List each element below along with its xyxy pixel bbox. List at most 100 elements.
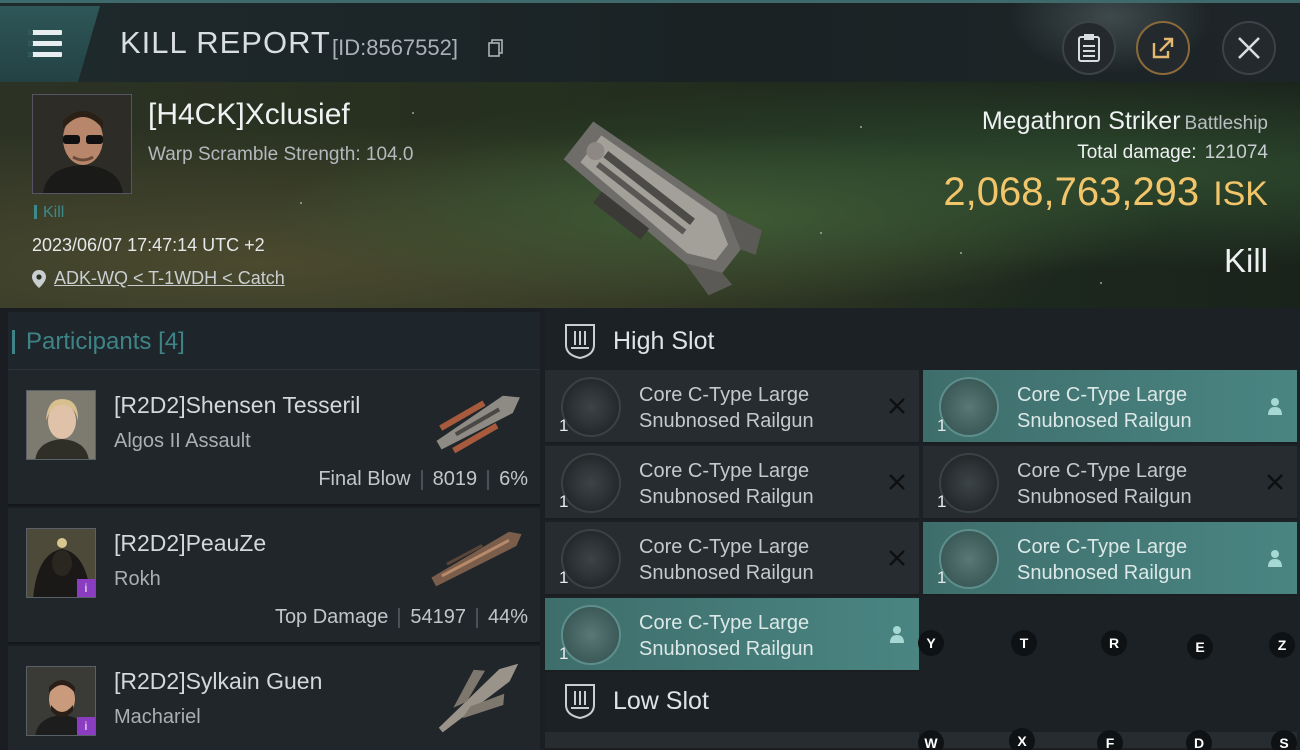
module-name-line1: Core C-Type Large	[1017, 536, 1188, 558]
copy-icon[interactable]	[488, 39, 504, 57]
module-name: Core C-Type Large Snubnosed Railgun	[639, 534, 814, 586]
total-damage: Total damage: 121074	[1077, 142, 1268, 164]
railgun-icon	[561, 605, 621, 665]
victim-avatar[interactable]	[32, 94, 132, 194]
module-item[interactable]: 1 Core C-Type Large Snubnosed Railgun	[545, 522, 919, 596]
participants-panel: Participants [4] [R2D2]Shensen Tesseril …	[0, 308, 540, 750]
close-icon	[1238, 37, 1260, 59]
participant-avatar: i	[26, 666, 96, 736]
keyhint-badge: X	[1009, 728, 1035, 750]
keyhint-badge: W	[918, 730, 944, 750]
keyhint-badge: R	[1101, 630, 1127, 656]
participant-row[interactable]: i [R2D2]Sylkain Guen Machariel	[8, 646, 540, 750]
fitting-panel: High Slot 1 Core C-Type Large Snubnosed R…	[545, 308, 1300, 750]
module-name-line2: Snubnosed Railgun	[1017, 410, 1192, 432]
participant-stats: Final Blow 8019 6%	[318, 468, 528, 491]
module-name-line1: Core C-Type Large	[639, 384, 810, 406]
module-item[interactable]: 1 Core C-Type Large Snubnosed Railgun	[923, 370, 1297, 444]
participant-damage: 54197	[410, 606, 466, 628]
participant-ship: Machariel	[114, 706, 201, 728]
keyhint-badge: E	[1187, 634, 1213, 660]
participant-ship: Rokh	[114, 568, 161, 590]
module-item[interactable]: 1 Core C-Type Large Snubnosed Railgun	[923, 446, 1297, 520]
kill-tag: Kill	[34, 204, 64, 222]
participants-label: Participants	[26, 328, 152, 355]
location-pin-icon	[32, 269, 46, 288]
module-name: Core C-Type Large Snubnosed Railgun	[639, 458, 814, 510]
clipboard-button[interactable]	[1062, 21, 1116, 75]
module-name-line1: Core C-Type Large	[1017, 384, 1188, 406]
railgun-icon	[939, 453, 999, 513]
high-slot-label: High Slot	[613, 326, 715, 355]
module-name: Core C-Type Large Snubnosed Railgun	[639, 610, 814, 662]
module-name-line1: Core C-Type Large	[639, 536, 810, 558]
clipboard-icon	[1078, 34, 1100, 62]
dropped-person-icon	[890, 626, 904, 643]
module-name-line2: Snubnosed Railgun	[639, 410, 814, 432]
participant-damage: 8019	[432, 468, 478, 490]
keyhint-badge: T	[1011, 630, 1037, 656]
module-quantity: 1	[937, 568, 947, 587]
share-icon	[1152, 37, 1174, 59]
victim-ship-image[interactable]	[520, 82, 780, 308]
victim-name[interactable]: [H4CK]Xclusief	[148, 98, 350, 132]
module-name-line2: Snubnosed Railgun	[1017, 562, 1192, 584]
module-item[interactable]	[545, 732, 919, 750]
participant-row[interactable]: [R2D2]Shensen Tesseril Algos II Assault …	[8, 370, 540, 506]
high-slot-icon	[565, 324, 595, 359]
isk-value: 2,068,763,293 ISK	[943, 170, 1268, 215]
module-name-line1: Core C-Type Large	[639, 460, 810, 482]
participant-name: [R2D2]PeauZe	[114, 530, 267, 556]
dropped-person-icon	[1268, 550, 1282, 567]
high-slot-header: High Slot	[545, 312, 1300, 370]
stat-divider	[398, 607, 401, 628]
location-link[interactable]: ADK-WQ < T-1WDH < Catch	[32, 268, 285, 289]
close-button[interactable]	[1222, 21, 1276, 75]
hamburger-icon	[28, 30, 62, 58]
module-quantity: 1	[937, 492, 947, 511]
participants-title: Participants [4]	[12, 328, 185, 356]
module-item[interactable]: 1 Core C-Type Large Snubnosed Railgun	[545, 446, 919, 520]
header-bar: KILL REPORT [ID:8567552]	[0, 0, 1300, 82]
module-name-line2: Snubnosed Railgun	[639, 638, 814, 660]
module-quantity: 1	[559, 644, 569, 663]
share-button[interactable]	[1136, 21, 1190, 75]
keyhint-badge: D	[1186, 730, 1212, 750]
report-id: [ID:8567552]	[332, 35, 458, 60]
railgun-icon	[939, 377, 999, 437]
module-name: Core C-Type Large Snubnosed Railgun	[1017, 458, 1192, 510]
participant-ship-image	[431, 531, 522, 587]
destroyed-icon	[889, 550, 905, 566]
module-name: Core C-Type Large Snubnosed Railgun	[639, 382, 814, 434]
participant-avatar: i	[26, 528, 96, 598]
participant-row[interactable]: i [R2D2]PeauZe Rokh Top Damage 54197 44%	[8, 508, 540, 644]
menu-button[interactable]	[0, 6, 100, 82]
railgun-icon	[561, 377, 621, 437]
module-item[interactable]: 1 Core C-Type Large Snubnosed Railgun	[923, 522, 1297, 596]
module-item[interactable]: 1 Core C-Type Large Snubnosed Railgun	[545, 598, 919, 672]
participant-percent: 44%	[487, 606, 528, 628]
low-slot-icon	[565, 684, 595, 719]
participants-header[interactable]: Participants [4]	[8, 312, 540, 370]
module-item[interactable]: 1 Core C-Type Large Snubnosed Railgun	[545, 370, 919, 444]
page-title: KILL REPORT	[120, 25, 331, 60]
module-name-line2: Snubnosed Railgun	[639, 562, 814, 584]
module-quantity: 1	[559, 416, 569, 435]
module-name-line2: Snubnosed Railgun	[1017, 486, 1192, 508]
victim-subtitle: Warp Scramble Strength: 104.0	[148, 144, 414, 165]
module-name-line1: Core C-Type Large	[1017, 460, 1188, 482]
keyhint-badge: S	[1271, 730, 1297, 750]
railgun-icon	[561, 453, 621, 513]
stat-divider	[420, 469, 423, 490]
participant-name: [R2D2]Shensen Tesseril	[114, 392, 361, 418]
victim-ship-name[interactable]: Megathron Striker Battleship	[982, 107, 1268, 136]
kill-timestamp: 2023/06/07 17:47:14 UTC +2	[32, 235, 265, 255]
keyhint-badge: Y	[918, 630, 944, 656]
destroyed-icon	[889, 398, 905, 414]
location-text: ADK-WQ < T-1WDH < Catch	[54, 268, 285, 288]
module-quantity: 1	[937, 416, 947, 435]
participants-count: [4]	[158, 328, 185, 355]
info-badge-icon: i	[77, 579, 95, 597]
keyhint-badge: Z	[1269, 632, 1295, 658]
info-badge-icon: i	[77, 717, 95, 735]
